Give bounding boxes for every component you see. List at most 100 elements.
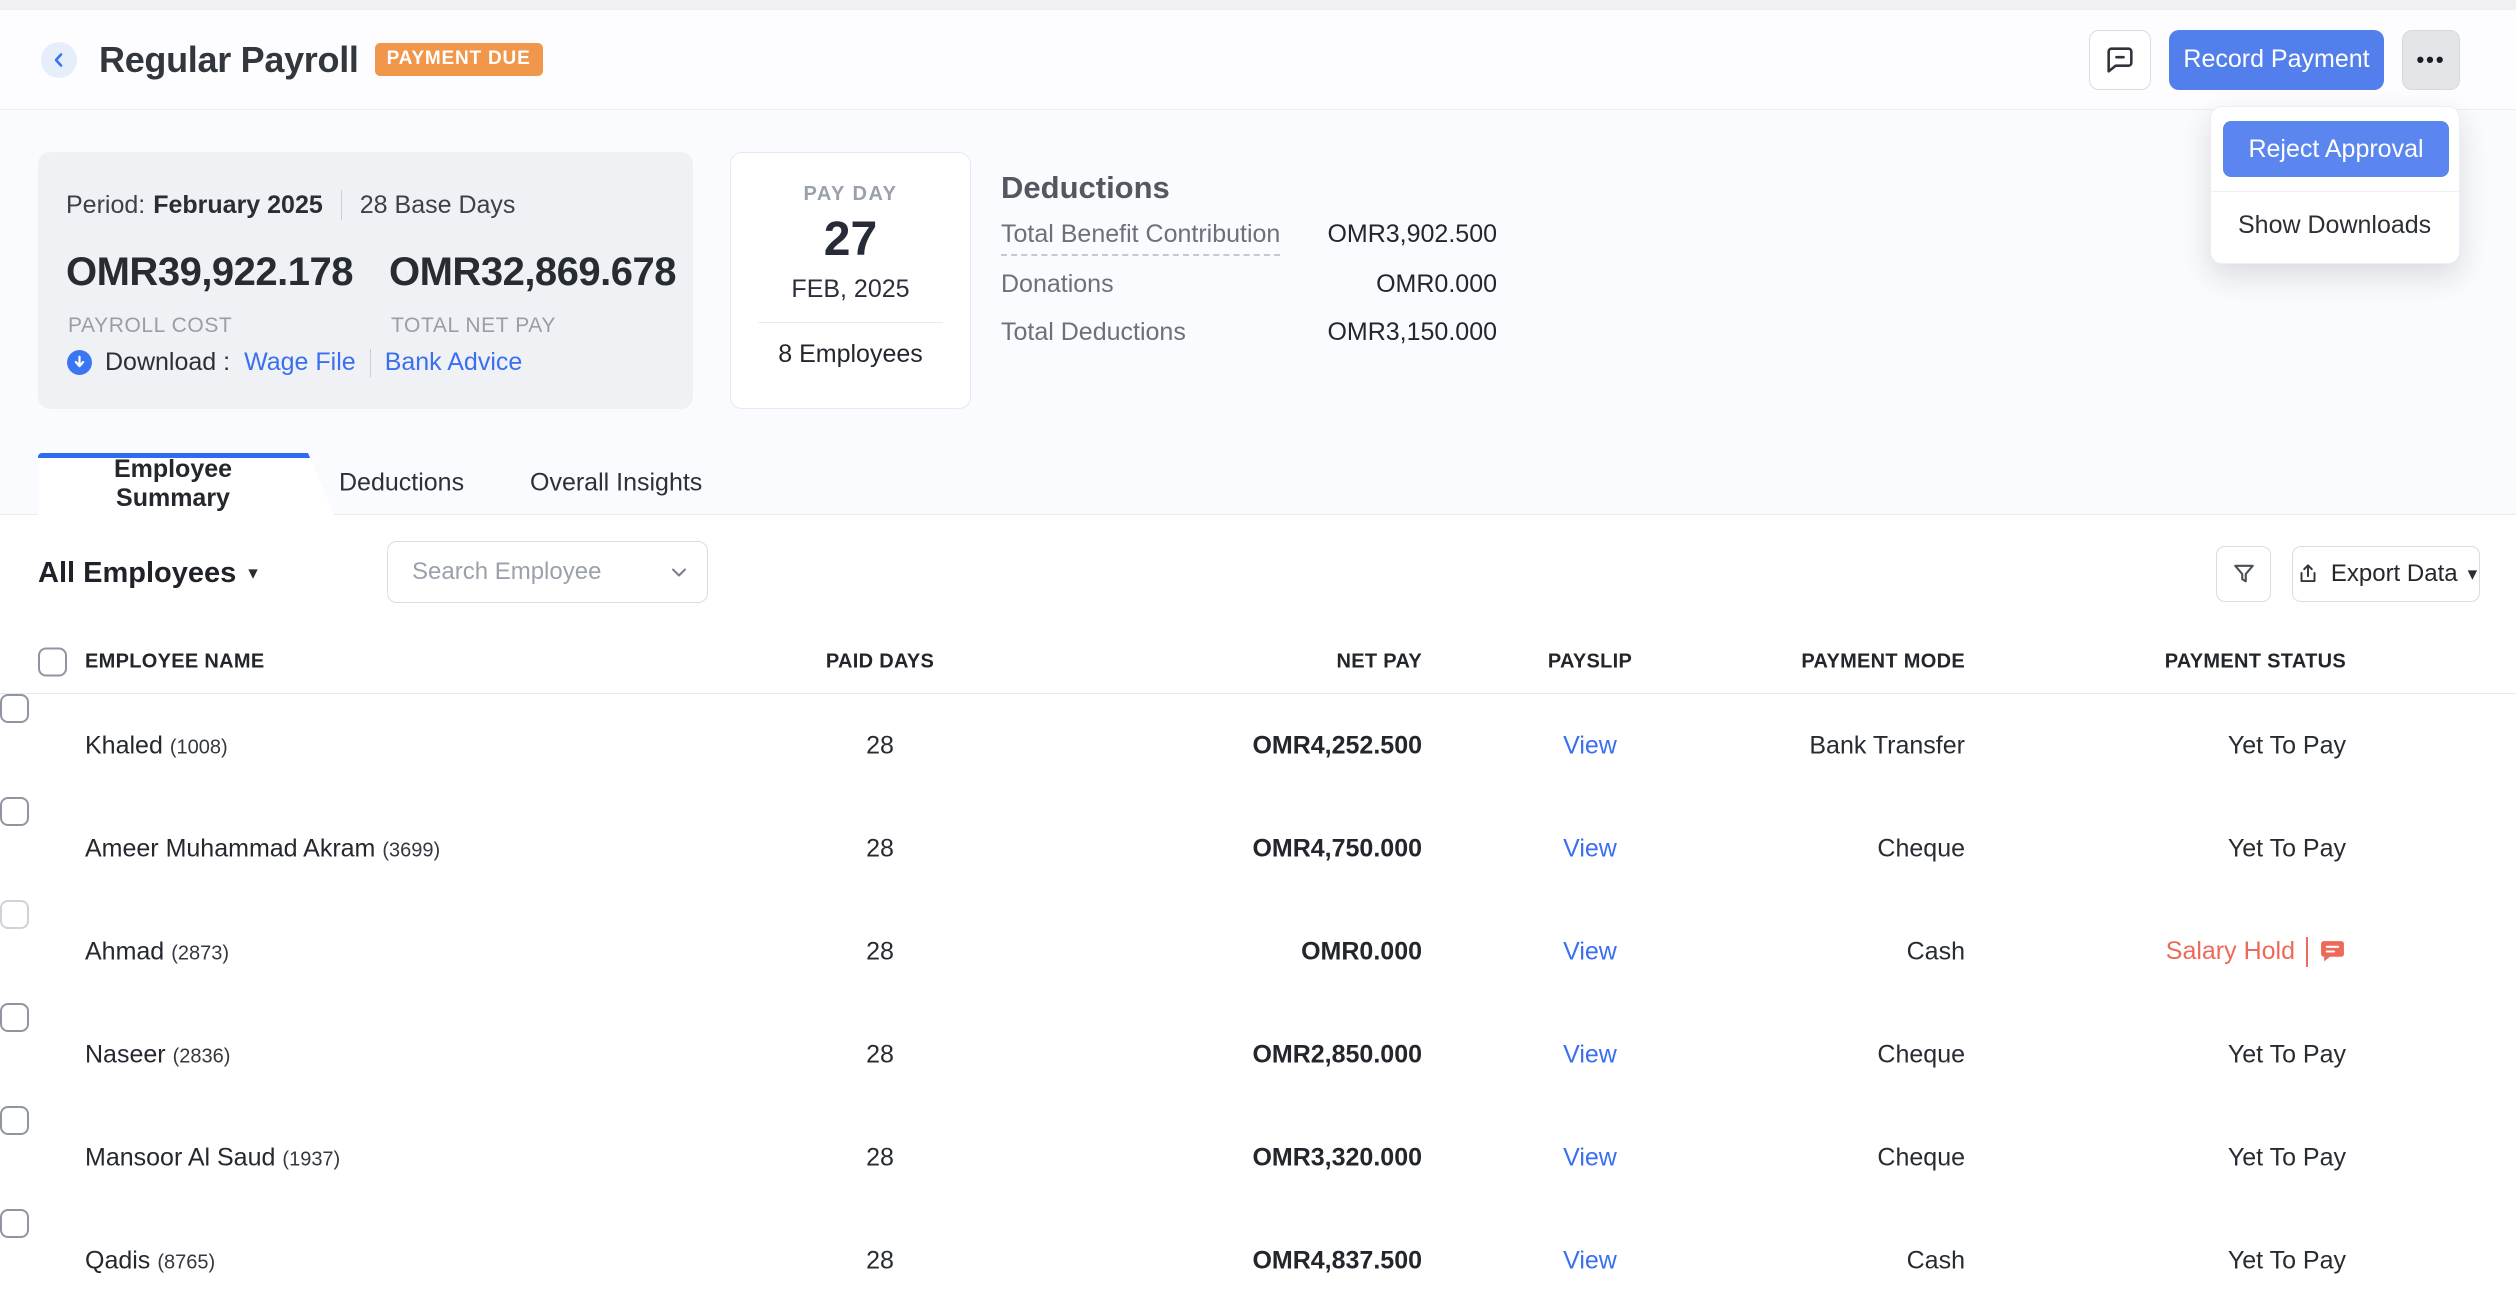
menu-item-reject-approval[interactable]: Reject Approval [2223, 121, 2449, 177]
employee-search-combobox[interactable] [387, 541, 708, 603]
tab-deductions[interactable]: Deductions [339, 469, 464, 498]
tab-bar: Employee Summary Deductions Overall Insi… [0, 452, 2516, 514]
row-checkbox[interactable] [0, 797, 29, 826]
column-header-payment-status: PAYMENT STATUS [1965, 650, 2346, 673]
payday-day: 27 [731, 212, 970, 267]
view-payslip-link[interactable]: View [1563, 1246, 1617, 1274]
deduction-row: Donations OMR0.000 [1001, 270, 1497, 299]
employee-name: Naseer [85, 1040, 166, 1068]
filter-button[interactable] [2216, 546, 2271, 602]
row-checkbox[interactable] [0, 694, 29, 723]
column-header-payslip: PAYSLIP [1440, 650, 1740, 673]
paid-days-value: 28 [800, 1040, 960, 1069]
column-header-net-pay: NET PAY [940, 650, 1422, 673]
page-title: Regular Payroll [99, 39, 359, 81]
payment-status-value: Yet To Pay [1965, 731, 2346, 760]
export-data-button[interactable]: Export Data ▾ [2292, 546, 2480, 602]
deductions-title: Deductions [1001, 170, 1170, 206]
view-payslip-link[interactable]: View [1563, 1040, 1617, 1068]
filter-funnel-icon [2230, 560, 2258, 588]
employee-id: (1008) [170, 736, 228, 758]
table-row: Ahmad(2873) 28 OMR0.000 View Cash Salary… [0, 900, 2516, 1003]
payment-status-value: Salary Hold [1965, 937, 2346, 967]
paid-days-value: 28 [800, 731, 960, 760]
search-input[interactable] [412, 558, 667, 586]
export-icon [2295, 561, 2321, 587]
employee-id: (2873) [171, 942, 229, 964]
payment-mode-value: Cheque [1742, 1143, 1965, 1172]
row-checkbox[interactable] [0, 1209, 29, 1238]
column-header-employee-name: EMPLOYEE NAME [85, 650, 264, 673]
view-payslip-link[interactable]: View [1563, 731, 1617, 759]
topbar: Regular Payroll PAYMENT DUE Record Payme… [0, 10, 2516, 110]
payment-status-value: Yet To Pay [1965, 1040, 2346, 1069]
row-checkbox[interactable] [0, 1106, 29, 1135]
select-all-checkbox[interactable] [38, 647, 67, 676]
column-header-paid-days: PAID DAYS [800, 650, 960, 673]
deduction-row: Total Benefit Contribution OMR3,902.500 [1001, 220, 1497, 256]
caret-down-icon: ▾ [2468, 563, 2478, 586]
row-checkbox[interactable] [0, 1003, 29, 1032]
divider [2306, 937, 2308, 967]
record-payment-button[interactable]: Record Payment [2169, 30, 2384, 90]
back-chevron-icon [47, 48, 71, 72]
download-label: Download : [105, 348, 230, 377]
view-payslip-link[interactable]: View [1563, 834, 1617, 862]
table-body: Khaled (1008) 28 OMR4,252.500 View Bank T… [0, 694, 2516, 1302]
more-options-button[interactable]: ••• [2402, 30, 2460, 90]
tab-employee-summary[interactable]: Employee Summary [38, 453, 334, 515]
payment-mode-value: Bank Transfer [1742, 731, 1965, 760]
paid-days-value: 28 [800, 1143, 960, 1172]
employee-name: Khaled [85, 731, 163, 759]
employee-filter-dropdown[interactable]: All Employees ▾ [38, 557, 258, 590]
hold-comment-icon[interactable] [2319, 938, 2346, 965]
status-badge: PAYMENT DUE [375, 43, 543, 76]
total-deductions-value: OMR3,150.000 [1327, 318, 1497, 347]
wage-file-link[interactable]: Wage File [244, 348, 356, 377]
bank-advice-link[interactable]: Bank Advice [385, 348, 523, 377]
divider [758, 322, 943, 323]
download-icon [66, 349, 93, 376]
menu-item-show-downloads[interactable]: Show Downloads [2211, 192, 2459, 240]
total-net-pay-amount: OMR32,869.678 [389, 250, 676, 295]
total-benefit-contribution-label[interactable]: Total Benefit Contribution [1001, 220, 1280, 256]
table-row: Ameer Muhammad Akram(3699) 28 OMR4,750.0… [0, 797, 2516, 900]
net-pay-value: OMR2,850.000 [940, 1040, 1422, 1069]
view-payslip-link[interactable]: View [1563, 1143, 1617, 1171]
net-pay-value: OMR3,320.000 [940, 1143, 1422, 1172]
paid-days-value: 28 [800, 834, 960, 863]
paid-days-value: 28 [800, 1246, 960, 1275]
payroll-cost-amount: OMR39,922.178 [66, 250, 353, 295]
period-row: Period: February 2025 28 Base Days [66, 190, 515, 220]
payment-status-value: Yet To Pay [1965, 1143, 2346, 1172]
column-header-payment-mode: PAYMENT MODE [1742, 650, 1965, 673]
total-benefit-contribution-value: OMR3,902.500 [1327, 220, 1497, 249]
period-value: February 2025 [153, 191, 323, 220]
summary-section: Period: February 2025 28 Base Days OMR39… [0, 110, 2516, 515]
net-pay-value: OMR0.000 [940, 937, 1422, 966]
net-pay-value: OMR4,252.500 [940, 731, 1422, 760]
total-deductions-label: Total Deductions [1001, 318, 1186, 347]
employee-name: Ahmad [85, 937, 164, 965]
employee-id: (3699) [382, 839, 440, 861]
back-button[interactable] [41, 42, 77, 78]
employee-name: Qadis [85, 1246, 150, 1274]
employee-name: Mansoor Al Saud [85, 1143, 275, 1171]
payday-date: FEB, 2025 [731, 275, 970, 304]
employee-summary-panel: All Employees ▾ Export Data ▾ EMPLOYEE N… [0, 515, 2516, 1302]
employee-id: (8765) [157, 1251, 215, 1273]
donations-label: Donations [1001, 270, 1114, 299]
tab-overall-insights[interactable]: Overall Insights [530, 469, 702, 498]
view-payslip-link[interactable]: View [1563, 937, 1617, 965]
net-pay-value: OMR4,837.500 [940, 1246, 1422, 1275]
payroll-cost-label: PAYROLL COST [68, 314, 232, 338]
payday-label: PAY DAY [731, 183, 970, 206]
caret-down-icon: ▾ [248, 562, 258, 585]
employee-name: Ameer Muhammad Akram [85, 834, 375, 862]
payment-status-value: Yet To Pay [1965, 1246, 2346, 1275]
total-net-pay-label: TOTAL NET PAY [391, 314, 556, 338]
table-row: Qadis(8765) 28 OMR4,837.500 View Cash Ye… [0, 1209, 2516, 1302]
ellipsis-icon: ••• [2416, 47, 2445, 73]
comments-button[interactable] [2089, 30, 2151, 90]
employee-id: (2836) [173, 1045, 231, 1067]
